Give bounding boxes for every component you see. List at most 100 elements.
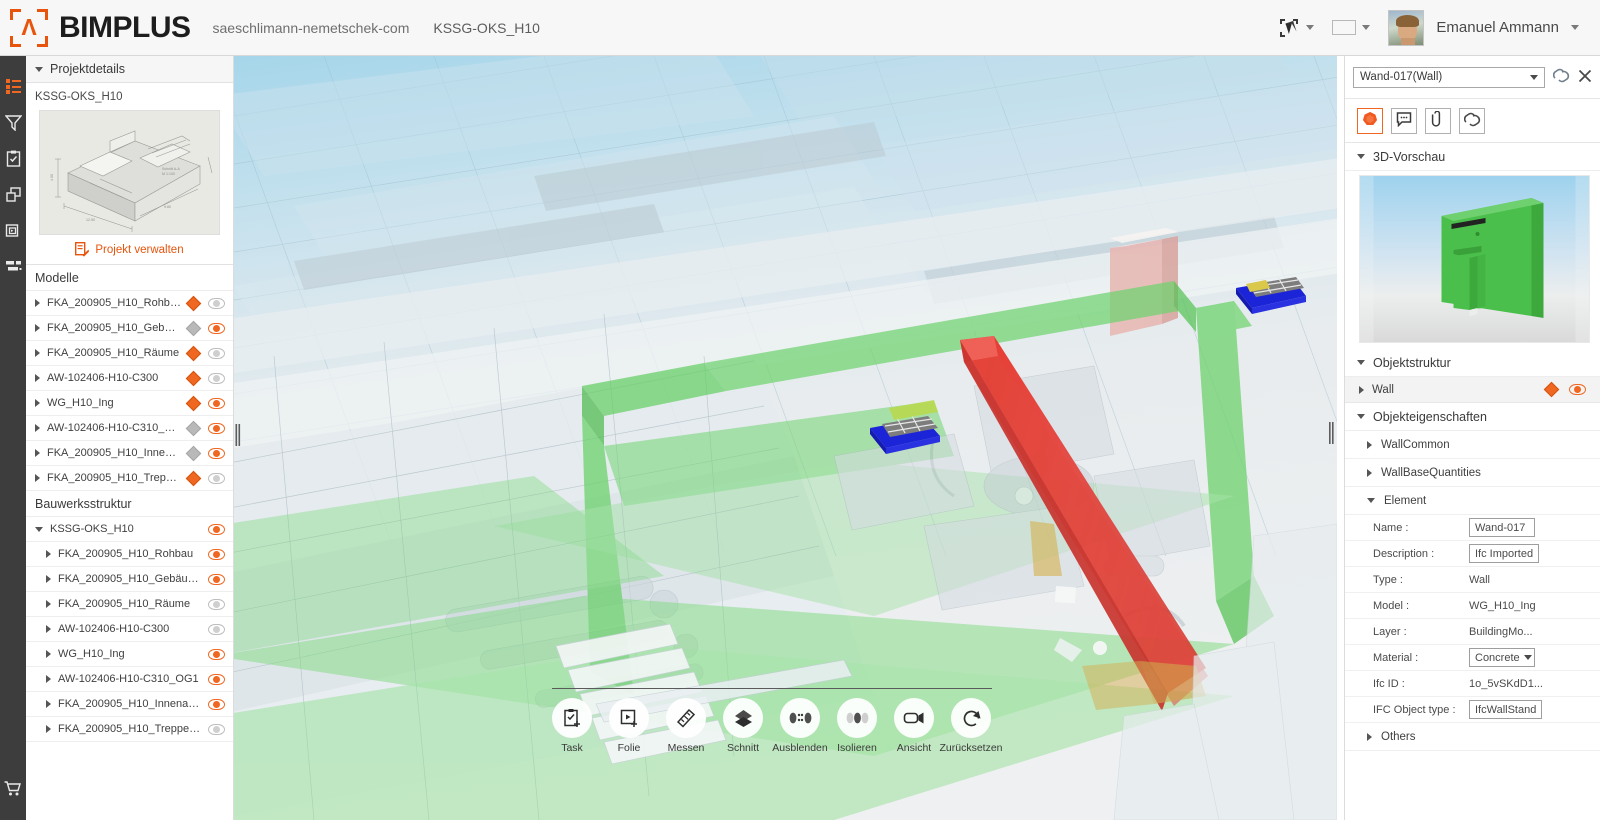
property-group-wallcommon[interactable]: WallCommon [1345,431,1600,459]
visibility-eye-icon[interactable] [208,523,225,535]
user-menu[interactable]: Emanuel Ammann [1381,5,1586,51]
model-row[interactable]: FKA_200905_H10_Treppent... [26,466,233,491]
marker-diamond-icon[interactable] [185,470,202,486]
chevron-right-icon[interactable] [35,324,40,332]
link-objects-icon[interactable] [1552,68,1570,86]
rail-item-layers[interactable] [0,176,26,212]
toolbar-button-messen[interactable]: Messen [666,698,706,754]
structure-row[interactable]: WG_H10_Ing [26,642,233,667]
toolbar-button-task[interactable]: Task [552,698,592,754]
rail-item-tasks[interactable] [0,140,26,176]
objekteigenschaften-header[interactable]: Objekteigenschaften [1345,403,1600,431]
property-group-others[interactable]: Others [1345,723,1600,751]
visibility-eye-icon[interactable] [208,698,225,710]
chevron-right-icon[interactable] [35,399,40,407]
marker-diamond-icon[interactable] [185,420,202,436]
marker-diamond-icon[interactable] [185,395,202,411]
comment-button[interactable] [1391,107,1417,134]
rail-item-attributes[interactable] [0,248,26,284]
visibility-eye-icon[interactable] [208,648,225,660]
objektstruktur-header[interactable]: Objektstruktur [1345,349,1600,377]
logo[interactable]: Λ BIMPLUS [0,8,191,47]
marker-diamond-icon[interactable] [185,345,202,361]
object-select[interactable]: Wand-017(Wall) [1353,66,1545,88]
rail-item-filter[interactable] [0,104,26,140]
projektdetails-header[interactable]: Projektdetails [26,56,233,83]
visibility-eye-icon[interactable] [208,472,225,484]
link-button[interactable] [1459,107,1485,134]
chevron-right-icon[interactable] [46,650,51,658]
structure-row[interactable]: FKA_200905_H10_Räume [26,592,233,617]
attachment-clip-button[interactable] [1425,107,1451,134]
marker-diamond-icon[interactable] [1543,381,1560,398]
chevron-right-icon[interactable] [46,625,51,633]
structure-row[interactable]: AW-102406-H10-C300 [26,617,233,642]
visibility-eye-icon[interactable] [208,598,225,610]
manage-project-button[interactable]: Projekt verwalten [26,235,233,265]
visibility-eye-icon[interactable] [208,397,225,409]
chevron-right-icon[interactable] [46,675,51,683]
chevron-right-icon[interactable] [35,424,40,432]
objektstruktur-row[interactable]: Wall [1345,377,1600,403]
chevron-right-icon[interactable] [35,374,40,382]
visibility-eye-icon[interactable] [208,422,225,434]
visibility-eye-icon[interactable] [208,723,225,735]
project-thumbnail[interactable]: 4.00 12.50 9.80 Schnitt A-A M 1:100 [39,110,220,235]
3d-viewport[interactable]: Task Folie Messen Schnitt Ausblenden Isoliere… [234,56,1337,820]
property-group-element[interactable]: Element [1345,487,1600,515]
structure-root-row[interactable]: KSSG-OKS_H10 [26,517,233,542]
model-row[interactable]: FKA_200905_H10_Rohbau [26,291,233,316]
close-icon[interactable] [1578,69,1592,86]
chevron-right-icon[interactable] [35,349,40,357]
visibility-eye-icon[interactable] [208,573,225,585]
structure-row[interactable]: FKA_200905_H10_Rohbau [26,542,233,567]
chevron-right-icon[interactable] [46,700,51,708]
structure-row[interactable]: FKA_200905_H10_Treppenturm [26,717,233,742]
property-value[interactable]: IfcWallStand [1469,700,1543,719]
model-row[interactable]: FKA_200905_H10_Gebäude... [26,316,233,341]
toolbar-button-folie[interactable]: Folie [609,698,649,754]
visibility-eye-icon[interactable] [208,673,225,685]
toolbar-button-schnitt[interactable]: Schnitt [723,698,763,754]
visibility-eye-icon[interactable] [208,548,225,560]
property-value[interactable]: Wand-017 [1469,518,1535,537]
model-row[interactable]: AW-102406-H10-C310_OG1 [26,416,233,441]
visibility-eye-icon[interactable] [208,347,225,359]
chevron-right-icon[interactable] [46,725,51,733]
rail-item-shop[interactable] [0,770,26,806]
structure-row[interactable]: AW-102406-H10-C310_OG1 [26,667,233,692]
toolbar-button-zurücksetzen[interactable]: Zurücksetzen [939,698,1003,754]
visibility-eye-icon[interactable] [208,297,225,309]
chevron-right-icon[interactable] [46,600,51,608]
marker-diamond-icon[interactable] [185,370,202,386]
chevron-right-icon[interactable] [35,449,40,457]
language-dropdown[interactable] [1325,15,1377,40]
chevron-right-icon[interactable] [46,575,51,583]
model-row[interactable]: FKA_200905_H10_Räume [26,341,233,366]
property-value[interactable]: Ifc Imported [1469,544,1540,563]
model-row[interactable]: FKA_200905_H10_Innenaus... [26,441,233,466]
model-row[interactable]: WG_H10_Ing [26,391,233,416]
rail-item-model-structure[interactable] [0,68,26,104]
3d-preview[interactable] [1359,175,1590,343]
model-row[interactable]: AW-102406-H10-C300 [26,366,233,391]
chevron-right-icon[interactable] [35,299,40,307]
toolbar-button-ansicht[interactable]: Ansicht [894,698,934,754]
object-marker-button[interactable] [1357,107,1383,134]
marker-diamond-icon[interactable] [185,295,202,311]
rail-item-documents[interactable] [0,212,26,248]
chevron-right-icon[interactable] [35,474,40,482]
visibility-eye-icon[interactable] [208,322,225,334]
structure-row[interactable]: FKA_200905_H10_Gebäudehülle [26,567,233,592]
property-group-wallbasequantities[interactable]: WallBaseQuantities [1345,459,1600,487]
property-value[interactable]: Concrete [1469,648,1535,667]
preview-section-header[interactable]: 3D-Vorschau [1345,143,1600,171]
structure-row[interactable]: FKA_200905_H10_Innenausbau [26,692,233,717]
toolbar-button-ausblenden[interactable]: Ausblenden [772,698,828,754]
marker-diamond-icon[interactable] [185,320,202,336]
marker-diamond-icon[interactable] [185,445,202,461]
chevron-right-icon[interactable] [1359,385,1364,394]
visibility-eye-icon[interactable] [208,372,225,384]
visibility-eye-icon[interactable] [208,447,225,459]
visibility-eye-icon[interactable] [208,623,225,635]
